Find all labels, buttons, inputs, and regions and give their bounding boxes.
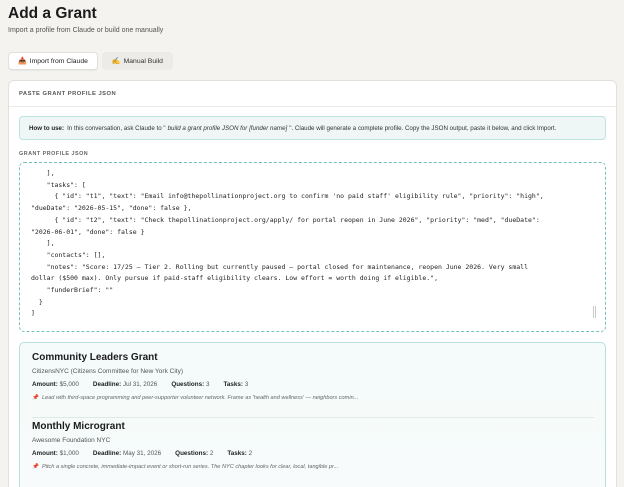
howto-text-before: In this conversation, ask Claude to ": [67, 124, 166, 132]
howto-text-after: ". Claude will generate a complete profi…: [289, 124, 557, 132]
pushpin-icon: 📌: [32, 464, 39, 470]
tab-import-from-claude[interactable]: 📥 Import from Claude: [8, 52, 98, 70]
grant-name: Monthly Microgrant: [32, 421, 125, 432]
grant-tasks: Tasks: 3: [223, 381, 249, 388]
paste-json-card: PASTE GRANT PROFILE JSON How to use: In …: [8, 80, 617, 487]
pushpin-icon: 📌: [32, 395, 39, 401]
grant-name: Community Leaders Grant: [32, 352, 158, 363]
resize-handle[interactable]: [593, 306, 596, 318]
grant-amount: Amount: $1,000: [32, 450, 79, 457]
grant-item[interactable]: Community Leaders Grant CitizensNYC (Cit…: [32, 352, 597, 401]
grant-meta: Amount: $5,000 Deadline: Jul 31, 2026 Qu…: [32, 381, 597, 388]
grant-deadline: Deadline: May 31, 2026: [92, 450, 162, 457]
grant-item[interactable]: Monthly Microgrant Awesome Foundation NY…: [32, 421, 597, 470]
json-content: ], "tasks": [ { "id": "t1", "text": "Ema…: [31, 169, 544, 318]
grant-note: 📌 Lead with third-space programming and p…: [32, 395, 359, 401]
page-title: Add a Grant: [8, 5, 97, 22]
tab-manual-build[interactable]: ✍️ Manual Build: [101, 52, 173, 70]
grant-org: Awesome Foundation NYC: [32, 437, 111, 444]
writing-hand-icon: ✍️: [111, 57, 121, 65]
grant-questions: Questions: 3: [171, 381, 210, 388]
howto-prompt: build a grant profile JSON for [funder n…: [167, 124, 288, 132]
grant-meta: Amount: $1,000 Deadline: May 31, 2026 Qu…: [32, 450, 597, 457]
grant-tasks: Tasks: 2: [227, 450, 253, 457]
grant-note: 📌 Pitch a single concrete, immediate-impa…: [32, 464, 339, 470]
json-field-label: GRANT PROFILE JSON: [19, 151, 89, 157]
grant-amount: Amount: $5,000: [32, 381, 79, 388]
grant-deadline: Deadline: Jul 31, 2026: [92, 381, 158, 388]
grant-org: CitizensNYC (Citizens Committee for New …: [32, 368, 183, 375]
divider: [32, 417, 594, 418]
card-title: PASTE GRANT PROFILE JSON: [9, 81, 616, 107]
import-mode-tabs: 📥 Import from Claude ✍️ Manual Build: [8, 52, 173, 70]
grant-list: Community Leaders Grant CitizensNYC (Cit…: [19, 342, 606, 487]
tab-label: Import from Claude: [29, 57, 88, 65]
grant-questions: Questions: 2: [175, 450, 214, 457]
tab-label: Manual Build: [123, 57, 163, 65]
json-textarea[interactable]: ], "tasks": [ { "id": "t1", "text": "Ema…: [19, 162, 606, 332]
how-to-use-banner: How to use: In this conversation, ask Cl…: [19, 116, 606, 140]
howto-lead: How to use:: [29, 124, 65, 132]
import-icon: 📥: [18, 57, 27, 65]
page-subtitle: Import a profile from Claude or build on…: [8, 27, 164, 34]
